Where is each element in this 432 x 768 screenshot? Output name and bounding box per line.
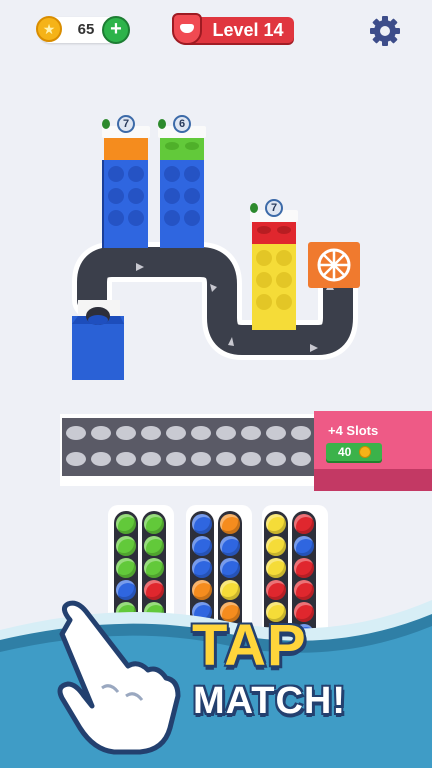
ball-green [116,536,136,556]
ball-yellow [266,514,286,534]
empty-slot [66,426,86,440]
add-slots-label: +4 Slots [328,423,379,438]
coin-icon [359,446,371,458]
ball-green [144,536,164,556]
ball-green [116,514,136,534]
price-value: 40 [338,445,352,459]
empty-slot [166,426,186,440]
ball-blue [192,514,212,534]
block-stack-1[interactable]: 7 [102,115,150,248]
ball-blue [220,536,240,556]
ball-green [144,514,164,534]
slot-tray [60,414,314,486]
empty-slot [91,426,111,440]
empty-slot [291,452,311,466]
pointing-hand-icon [57,600,181,755]
empty-slot [66,452,86,466]
empty-slot [116,452,136,466]
empty-slot [241,452,261,466]
conveyor-track [72,242,358,360]
ball-red [294,514,314,534]
promo-title: TAP [192,613,307,678]
empty-slot [191,426,211,440]
promo-subtitle: MATCH! [193,680,347,722]
exit-fan-box [308,242,360,288]
add-slots-button[interactable]: +4 Slots 40 [314,411,432,491]
empty-slot [191,452,211,466]
ball-orange [220,514,240,534]
empty-slot [291,426,311,440]
block-stack-2[interactable]: 6 [158,115,206,248]
ball-blue [192,536,212,556]
block-stack-3[interactable]: 7 [250,199,298,330]
empty-slot [216,426,236,440]
empty-slot [216,452,236,466]
empty-slot [116,426,136,440]
empty-slot [266,426,286,440]
ball-yellow [266,536,286,556]
empty-slot [141,426,161,440]
empty-slot [91,452,111,466]
price-tag: 40 [326,443,382,461]
empty-slot [266,452,286,466]
empty-slot [241,426,261,440]
dispenser-box [72,300,124,380]
empty-slot [166,452,186,466]
empty-slot [141,452,161,466]
ball-blue [294,536,314,556]
fan-icon [317,248,351,282]
